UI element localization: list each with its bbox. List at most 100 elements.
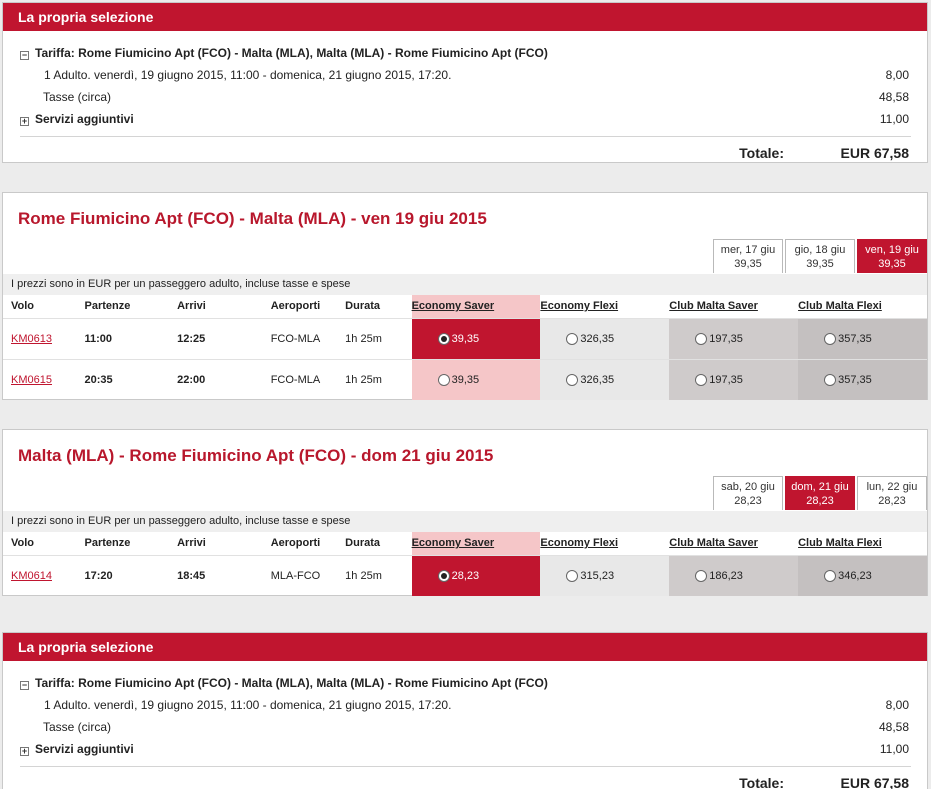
radio-icon[interactable]	[566, 569, 579, 582]
fare-price: 39,35	[451, 332, 480, 345]
col-volo: Volo	[3, 295, 85, 318]
flight-number-link[interactable]: KM0614	[11, 570, 52, 582]
fare-cell[interactable]: 197,35	[669, 317, 799, 359]
date-tab-day: mer, 17 giu	[720, 244, 776, 256]
col-club-malta-saver[interactable]: Club Malta Saver	[669, 295, 799, 318]
fare-price: 28,23	[451, 569, 480, 582]
fare-price: 326,35	[580, 373, 615, 386]
fare-price: 346,23	[838, 569, 872, 582]
price-note: I prezzi sono in EUR per un passeggero a…	[3, 274, 927, 295]
departure-time: 17:20	[84, 554, 178, 596]
col-club-malta-flexi[interactable]: Club Malta Flexi	[798, 532, 927, 555]
radio-icon[interactable]	[566, 332, 579, 345]
fare-cell[interactable]: 346,23	[798, 554, 927, 596]
col-economy-flexi[interactable]: Economy Flexi	[540, 295, 670, 318]
table-header: Volo Partenze Arrivi Aeroporti Durata Ec…	[3, 295, 927, 318]
date-tab-price: 28,23	[734, 495, 762, 507]
total-value: EUR 67,58	[840, 775, 909, 789]
col-economy-saver[interactable]: Economy Saver	[411, 532, 541, 555]
flight-number-link[interactable]: KM0615	[11, 374, 52, 386]
fare-cell[interactable]: 326,35	[540, 317, 670, 359]
passenger-row: 1 Adulto. venerdì, 19 giugno 2015, 11:00…	[20, 695, 911, 717]
radio-icon[interactable]	[695, 373, 708, 386]
radio-icon[interactable]	[695, 569, 708, 582]
fare-cell-selected[interactable]: 28,23	[411, 554, 541, 596]
duration: 1h 25m	[345, 317, 412, 359]
fare-price: 39,35	[451, 373, 480, 386]
passenger-amount: 8,00	[885, 68, 909, 82]
fare-cell[interactable]: 186,23	[669, 554, 799, 596]
fare-row: − Tariffa: Rome Fiumicino Apt (FCO) - Mal…	[20, 673, 911, 695]
col-arrivi: Arrivi	[177, 532, 271, 555]
fare-cell[interactable]: 197,35	[669, 358, 799, 400]
duration: 1h 25m	[345, 554, 412, 596]
fare-label: Tariffa: Rome Fiumicino Apt (FCO) - Malt…	[35, 676, 548, 690]
col-durata: Durata	[345, 295, 412, 318]
arrival-time: 22:00	[177, 358, 271, 400]
total-row: Totale: EUR 67,58	[20, 137, 911, 167]
col-club-malta-saver[interactable]: Club Malta Saver	[669, 532, 799, 555]
fare-cell[interactable]: 315,23	[540, 554, 670, 596]
flight-number-link[interactable]: KM0613	[11, 333, 52, 345]
col-aeroporti: Aeroporti	[270, 532, 346, 555]
collapse-toggle-icon[interactable]: −	[20, 681, 29, 690]
bottom-selection-panel: La propria selezione − Tariffa: Rome Fium…	[2, 632, 928, 789]
outbound-date-tabs: mer, 17 giu 39,35 gio, 18 giu 39,35 ven, 1…	[713, 239, 927, 273]
date-tab-price: 39,35	[734, 258, 762, 270]
passenger-row: 1 Adulto. venerdì, 19 giugno 2015, 11:00…	[20, 65, 911, 87]
extras-amount: 11,00	[879, 112, 909, 126]
radio-icon[interactable]	[695, 332, 708, 345]
date-tab-price: 28,23	[806, 495, 834, 507]
col-economy-flexi[interactable]: Economy Flexi	[540, 532, 670, 555]
extras-amount: 11,00	[879, 742, 909, 756]
date-tab[interactable]: sab, 20 giu 28,23	[713, 476, 783, 510]
fare-price: 197,35	[709, 332, 743, 345]
radio-selected-icon[interactable]	[437, 569, 450, 582]
date-tab-selected[interactable]: dom, 21 giu 28,23	[785, 476, 855, 510]
date-tab-price: 39,35	[878, 258, 906, 270]
date-tab[interactable]: lun, 22 giu 28,23	[857, 476, 927, 510]
col-club-malta-flexi[interactable]: Club Malta Flexi	[798, 295, 927, 318]
inbound-flights-table: Volo Partenze Arrivi Aeroporti Durata Ec…	[3, 532, 927, 596]
col-economy-saver[interactable]: Economy Saver	[411, 295, 541, 318]
passenger-line: 1 Adulto. venerdì, 19 giugno 2015, 11:00…	[44, 698, 452, 712]
outbound-panel: Rome Fiumicino Apt (FCO) - Malta (MLA) -…	[2, 192, 928, 400]
tax-row: Tasse (circa) 48,58	[20, 717, 911, 739]
fare-price: 186,23	[709, 569, 743, 582]
radio-icon[interactable]	[566, 373, 579, 386]
tax-label: Tasse (circa)	[43, 90, 112, 104]
col-aeroporti: Aeroporti	[270, 295, 346, 318]
radio-icon[interactable]	[437, 373, 450, 386]
fare-cell[interactable]: 39,35	[411, 358, 541, 400]
fare-cell[interactable]: 357,35	[798, 317, 927, 359]
radio-icon[interactable]	[824, 332, 837, 345]
date-tab[interactable]: mer, 17 giu 39,35	[713, 239, 783, 273]
date-tab-selected[interactable]: ven, 19 giu 39,35	[857, 239, 927, 273]
date-tab-day: sab, 20 giu	[721, 481, 775, 493]
selection-header: La propria selezione	[3, 3, 927, 31]
fare-cell-selected[interactable]: 39,35	[411, 317, 541, 359]
radio-selected-icon[interactable]	[437, 332, 450, 345]
airports: FCO-MLA	[270, 317, 346, 359]
expand-toggle-icon[interactable]: +	[20, 747, 29, 756]
passenger-line: 1 Adulto. venerdì, 19 giugno 2015, 11:00…	[44, 68, 452, 82]
tax-amount: 48,58	[878, 720, 909, 734]
date-tab[interactable]: gio, 18 giu 39,35	[785, 239, 855, 273]
table-row: KM0614 17:20 18:45 MLA-FCO 1h 25m 28,23 …	[3, 554, 927, 596]
extras-label: Servizi aggiuntivi	[35, 112, 134, 126]
date-tab-price: 39,35	[806, 258, 834, 270]
airports: FCO-MLA	[270, 358, 346, 400]
extras-row: + Servizi aggiuntivi 11,00	[20, 739, 911, 761]
total-label: Totale:	[739, 145, 784, 161]
fare-cell[interactable]: 357,35	[798, 358, 927, 400]
expand-toggle-icon[interactable]: +	[20, 117, 29, 126]
collapse-toggle-icon[interactable]: −	[20, 51, 29, 60]
table-header: Volo Partenze Arrivi Aeroporti Durata Ec…	[3, 532, 927, 555]
date-tab-day: dom, 21 giu	[791, 481, 849, 493]
radio-icon[interactable]	[824, 373, 837, 386]
tax-row: Tasse (circa) 48,58	[20, 87, 911, 109]
radio-icon[interactable]	[824, 569, 837, 582]
date-tab-day: lun, 22 giu	[866, 481, 918, 493]
departure-time: 11:00	[84, 317, 178, 359]
fare-cell[interactable]: 326,35	[540, 358, 670, 400]
